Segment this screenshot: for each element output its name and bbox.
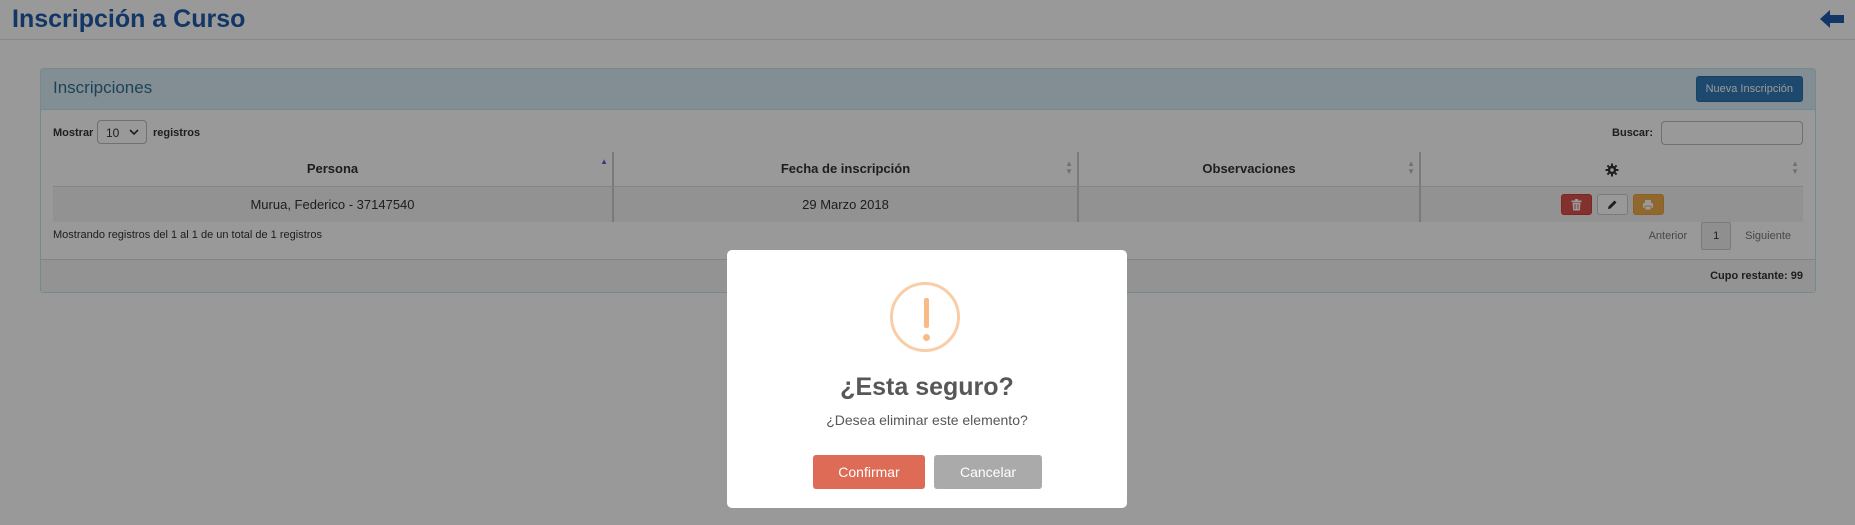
confirm-button[interactable]: Confirmar [813,455,925,489]
confirm-dialog: ¿Esta seguro? ¿Desea eliminar este eleme… [727,250,1127,508]
warning-icon [890,282,960,352]
dialog-title: ¿Esta seguro? [840,373,1014,401]
dialog-message: ¿Desea eliminar este elemento? [826,412,1028,428]
cancel-button[interactable]: Cancelar [934,455,1042,489]
